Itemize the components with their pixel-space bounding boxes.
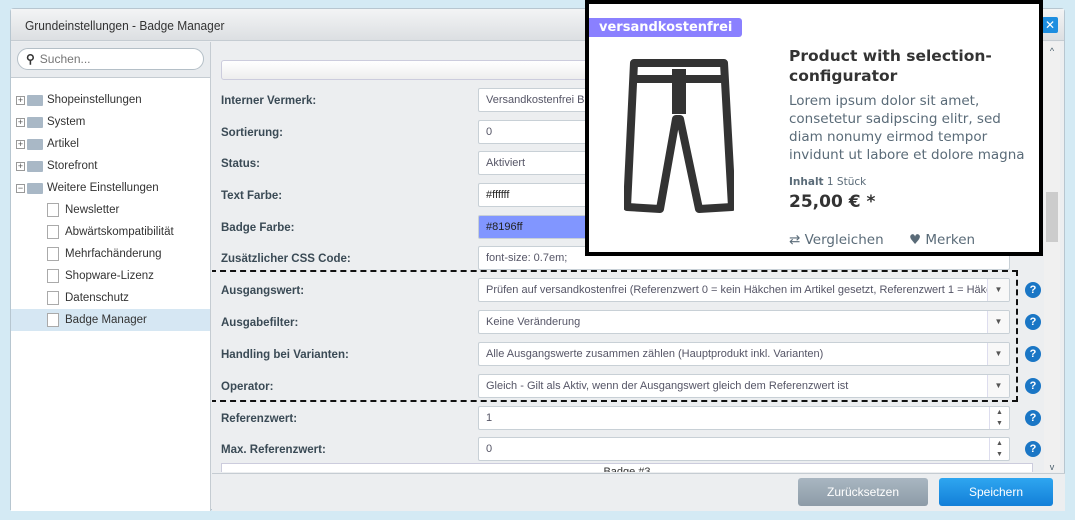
- highlight-box: [212, 270, 1018, 402]
- sidebar-item-label: Mehrfachänderung: [65, 248, 162, 260]
- sidebar-item-label: Shopware-Lizenz: [65, 270, 154, 282]
- preview-price: 25,00 € *: [789, 192, 876, 212]
- help-icon[interactable]: ?: [1025, 282, 1041, 298]
- scrollbar[interactable]: ^ v: [1044, 42, 1060, 472]
- sidebar-item[interactable]: Mehrfachänderung: [11, 243, 210, 265]
- help-icon[interactable]: ?: [1025, 346, 1041, 362]
- compare-icon: ⇄: [789, 232, 801, 248]
- sidebar-item-label: Badge Manager: [65, 314, 147, 326]
- scroll-down-icon[interactable]: v: [1044, 462, 1060, 472]
- field-label: Max. Referenzwert:: [221, 444, 326, 456]
- expand-icon[interactable]: +: [16, 117, 25, 127]
- field-value: Aktiviert: [486, 157, 526, 169]
- footer: Zurücksetzen Speichern: [212, 473, 1065, 511]
- help-icon[interactable]: ?: [1025, 314, 1041, 330]
- save-button[interactable]: Speichern: [939, 478, 1053, 506]
- section-badge-3[interactable]: Badge #3: [221, 463, 1033, 472]
- field-label: Status:: [221, 158, 260, 170]
- field-label: Interner Vermerk:: [221, 95, 317, 107]
- badge-preview-card: versandkostenfrei Product with selection…: [585, 0, 1043, 256]
- preview-title[interactable]: Product with selection-configurator: [789, 46, 1019, 86]
- folder-icon: [27, 116, 43, 128]
- window-title: Grundeinstellungen - Badge Manager: [25, 18, 225, 33]
- content-value: 1 Stück: [826, 176, 867, 188]
- folder-icon: [27, 160, 43, 172]
- field-label: Sortierung:: [221, 127, 283, 139]
- sidebar-item-label: Abwärtskompatibilität: [65, 226, 174, 238]
- field-value: #ffffff: [486, 189, 510, 201]
- expand-icon[interactable]: +: [16, 161, 25, 171]
- page-icon: [47, 269, 59, 283]
- page-icon: [47, 203, 59, 217]
- field-value: 0: [486, 443, 493, 455]
- sidebar-item-label: Datenschutz: [65, 292, 129, 304]
- preview-content: Inhalt 1 Stück: [789, 176, 866, 188]
- folder-icon: [27, 138, 43, 150]
- page-icon: [47, 247, 59, 261]
- folder-icon: [27, 182, 43, 194]
- heart-icon: ♥: [909, 232, 922, 248]
- sidebar: ⚲ + Shopeinstellungen + System + Artikel + Stor…: [11, 42, 211, 511]
- sidebar-item[interactable]: Badge Manager: [11, 309, 210, 331]
- stepper-icon[interactable]: ▲ ▼: [989, 407, 1009, 429]
- sidebar-item[interactable]: + Storefront: [11, 155, 210, 177]
- folder-icon: [27, 94, 43, 106]
- field-value: font-size: 0.7em;: [486, 252, 568, 264]
- settings-tree: + Shopeinstellungen + System + Artikel + Storef…: [11, 89, 210, 331]
- stepper-icon[interactable]: ▲ ▼: [989, 438, 1009, 460]
- help-icon[interactable]: ?: [1025, 441, 1041, 457]
- sidebar-item[interactable]: − Weitere Einstellungen: [11, 177, 210, 199]
- reset-button[interactable]: Zurücksetzen: [798, 478, 928, 506]
- sidebar-item[interactable]: Shopware-Lizenz: [11, 265, 210, 287]
- help-icon[interactable]: ?: [1025, 378, 1041, 394]
- close-icon[interactable]: ✕: [1042, 17, 1058, 33]
- sidebar-item-label: Storefront: [47, 160, 98, 172]
- scroll-up-icon[interactable]: ^: [1044, 46, 1060, 56]
- page-icon: [47, 291, 59, 305]
- page-icon: [47, 313, 59, 327]
- field-label: Text Farbe:: [221, 190, 283, 202]
- search-field[interactable]: ⚲: [17, 48, 204, 70]
- expand-icon[interactable]: +: [16, 139, 25, 149]
- sidebar-item[interactable]: Abwärtskompatibilität: [11, 221, 210, 243]
- help-icon[interactable]: ?: [1025, 410, 1041, 426]
- pants-image: [624, 59, 734, 213]
- preview-badge: versandkostenfrei: [589, 18, 743, 37]
- collapse-icon[interactable]: −: [16, 183, 25, 193]
- field-input[interactable]: 1 ▲ ▼: [478, 406, 1010, 430]
- sidebar-item-label: Weitere Einstellungen: [47, 182, 159, 194]
- search-icon: ⚲: [26, 52, 35, 66]
- sidebar-item[interactable]: Newsletter: [11, 199, 210, 221]
- field-label: Referenzwert:: [221, 413, 298, 425]
- sidebar-item-label: System: [47, 116, 86, 128]
- sidebar-item-label: Shopeinstellungen: [47, 94, 142, 106]
- field-input[interactable]: 0 ▲ ▼: [478, 437, 1010, 461]
- content-label: Inhalt: [789, 176, 824, 188]
- compare-label: Vergleichen: [804, 232, 884, 248]
- sidebar-item[interactable]: Datenschutz: [11, 287, 210, 309]
- field-value: 0: [486, 126, 493, 138]
- field-value: #8196ff: [486, 221, 523, 233]
- search-input[interactable]: [39, 52, 190, 66]
- sidebar-item-label: Artikel: [47, 138, 79, 150]
- scroll-thumb[interactable]: [1046, 192, 1058, 242]
- field-value: 1: [486, 412, 493, 424]
- sidebar-item[interactable]: + System: [11, 111, 210, 133]
- sidebar-item[interactable]: + Shopeinstellungen: [11, 89, 210, 111]
- field-label: Badge Farbe:: [221, 222, 295, 234]
- sidebar-item[interactable]: + Artikel: [11, 133, 210, 155]
- expand-icon[interactable]: +: [16, 95, 25, 105]
- field-label: Zusätzlicher CSS Code:: [221, 253, 351, 265]
- preview-description: Lorem ipsum dolor sit amet, consetetur s…: [789, 93, 1025, 163]
- page-icon: [47, 225, 59, 239]
- wishlist-link[interactable]: ♥ Merken: [909, 232, 975, 248]
- sidebar-item-label: Newsletter: [65, 204, 120, 216]
- compare-link[interactable]: ⇄ Vergleichen: [789, 232, 884, 248]
- wishlist-label: Merken: [925, 232, 976, 248]
